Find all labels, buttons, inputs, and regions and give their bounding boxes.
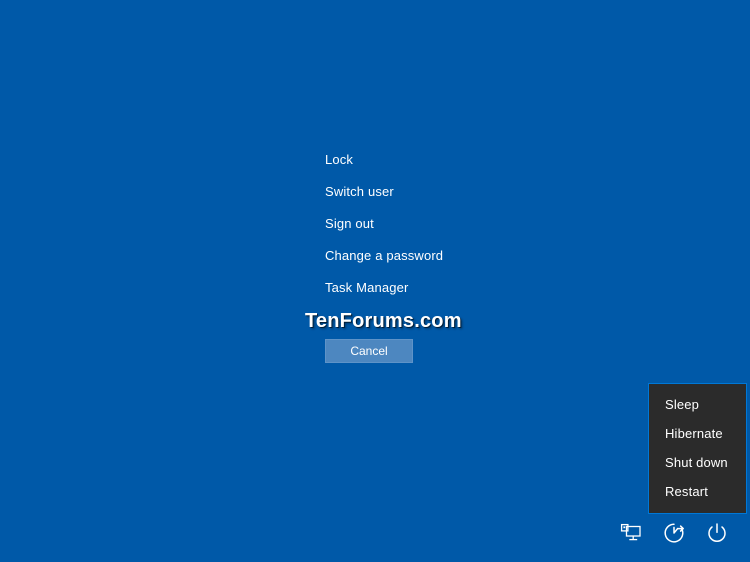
power-menu-item-hibernate[interactable]: Hibernate — [649, 419, 746, 448]
security-option-lock[interactable]: Lock — [325, 152, 585, 168]
power-context-menu: Sleep Hibernate Shut down Restart — [648, 383, 747, 514]
network-icon[interactable] — [618, 520, 644, 546]
power-icon[interactable] — [704, 520, 730, 546]
ease-of-access-icon[interactable] — [661, 520, 687, 546]
cancel-button[interactable]: Cancel — [325, 339, 413, 363]
security-option-task-manager[interactable]: Task Manager — [325, 280, 585, 296]
windows-security-options-screen: Lock Switch user Sign out Change a passw… — [0, 0, 750, 562]
bottom-icon-bar — [618, 520, 730, 546]
power-menu-item-shut-down[interactable]: Shut down — [649, 448, 746, 477]
security-option-change-a-password[interactable]: Change a password — [325, 248, 585, 264]
watermark: TenForums.com — [305, 310, 462, 332]
power-menu-item-restart[interactable]: Restart — [649, 477, 746, 506]
security-option-sign-out[interactable]: Sign out — [325, 216, 585, 232]
security-option-switch-user[interactable]: Switch user — [325, 184, 585, 200]
security-options-list: Lock Switch user Sign out Change a passw… — [325, 152, 585, 296]
power-menu-item-sleep[interactable]: Sleep — [649, 390, 746, 419]
